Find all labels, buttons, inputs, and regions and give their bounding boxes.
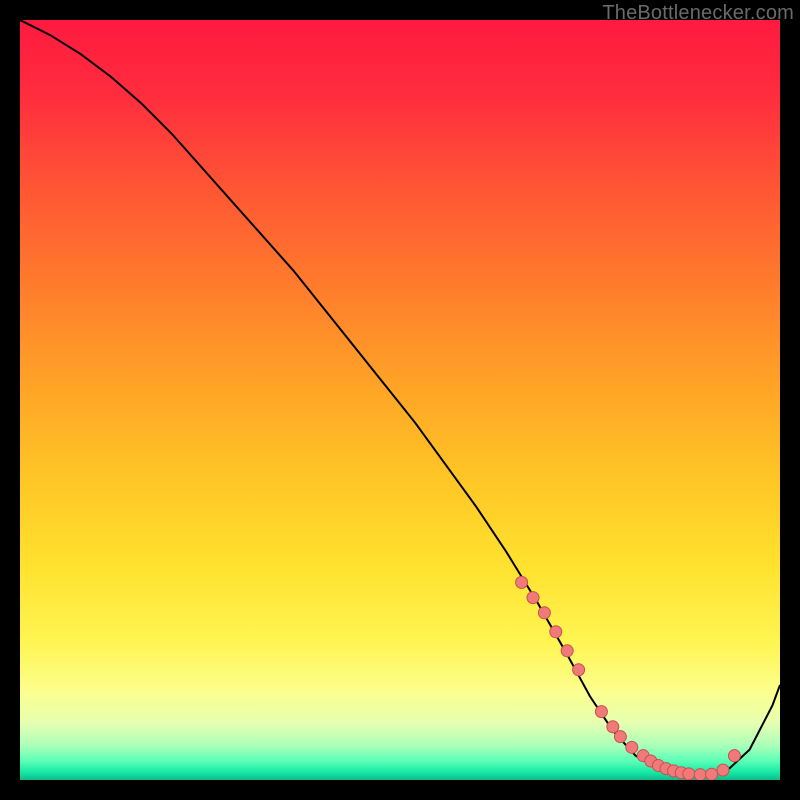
highlight-dot <box>607 721 619 733</box>
bottleneck-chart <box>20 20 780 780</box>
highlight-dot <box>626 741 638 753</box>
highlight-dot <box>595 706 607 718</box>
highlight-dot <box>538 607 550 619</box>
highlight-dot <box>683 768 695 780</box>
highlight-dot <box>550 626 562 638</box>
highlight-dot <box>614 731 626 743</box>
highlight-dot <box>573 664 585 676</box>
highlight-dot <box>728 750 740 762</box>
highlight-dot <box>694 769 706 780</box>
watermark-text: TheBottlenecker.com <box>602 2 794 25</box>
highlight-dot <box>706 768 718 780</box>
highlight-dot <box>717 764 729 776</box>
highlight-dot <box>527 592 539 604</box>
chart-stage: TheBottlenecker.com <box>0 0 800 800</box>
highlight-dot <box>516 576 528 588</box>
gradient-background <box>20 20 780 780</box>
highlight-dot <box>561 645 573 657</box>
